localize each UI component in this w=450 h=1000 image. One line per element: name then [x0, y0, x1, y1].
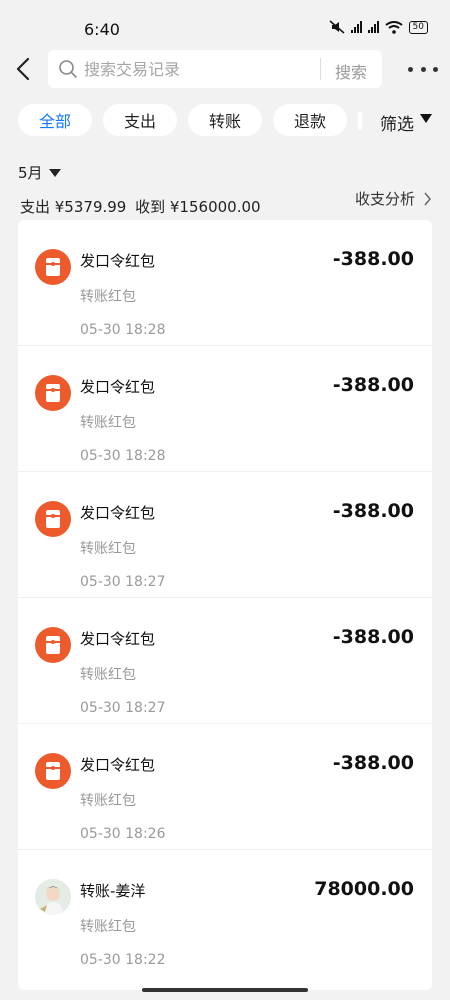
transaction-amount: -388.00 — [332, 500, 414, 522]
user-avatar-icon — [35, 879, 71, 915]
transaction-amount: -388.00 — [332, 752, 414, 774]
income-expense-analysis-link[interactable]: 收支分析 — [355, 188, 432, 209]
transaction-title: 发口令红包 — [80, 378, 156, 396]
mute-icon — [329, 20, 345, 34]
transaction-subtitle: 转账红包 — [80, 793, 136, 809]
tab-refund[interactable]: 退款 — [273, 104, 347, 136]
transaction-row[interactable]: 发口令红包 转账红包 05-30 18:26 -388.00 — [18, 724, 432, 850]
transaction-subtitle: 转账红包 — [80, 289, 136, 305]
transaction-row[interactable]: 发口令红包 转账红包 05-30 18:27 -388.00 — [18, 598, 432, 724]
transaction-title: 转账-姜洋 — [80, 882, 146, 900]
transaction-title: 发口令红包 — [80, 756, 156, 774]
tab-transfer[interactable]: 转账 — [188, 104, 262, 136]
red-packet-icon — [35, 501, 71, 537]
transaction-amount: -388.00 — [332, 626, 414, 648]
transaction-time: 05-30 18:27 — [80, 700, 166, 716]
filter-tabs: 全部 支出 转账 退款 筛选 — [0, 104, 450, 138]
month-summary: 支出 ¥5379.99 收到 ¥156000.00 — [20, 196, 265, 217]
income-total: 收到 ¥156000.00 — [135, 198, 261, 216]
red-packet-icon — [35, 753, 71, 789]
more-icon[interactable] — [408, 56, 438, 82]
transaction-subtitle: 转账红包 — [80, 667, 136, 683]
signal-icon — [367, 21, 379, 33]
caret-down-icon — [420, 114, 432, 123]
header: 搜索 — [0, 48, 450, 92]
transaction-title: 发口令红包 — [80, 252, 156, 270]
transaction-amount: 78000.00 — [314, 878, 414, 900]
analysis-label: 收支分析 — [354, 190, 415, 208]
month-label: 5月 — [18, 164, 43, 182]
transaction-subtitle: 转账红包 — [80, 541, 136, 557]
red-packet-icon — [35, 627, 71, 663]
tab-all[interactable]: 全部 — [18, 104, 92, 136]
transaction-row[interactable]: 转账-姜洋 转账红包 05-30 18:22 78000.00 — [18, 850, 432, 976]
month-selector[interactable]: 5月 — [18, 162, 61, 183]
transaction-time: 05-30 18:26 — [80, 826, 166, 842]
status-time: 6:40 — [84, 20, 120, 39]
transaction-subtitle: 转账红包 — [80, 415, 136, 431]
caret-down-icon — [48, 168, 61, 177]
transaction-time: 05-30 18:27 — [80, 574, 166, 590]
red-packet-icon — [35, 249, 71, 285]
status-bar: 6:40 50 — [0, 0, 450, 44]
transaction-time: 05-30 18:28 — [80, 448, 166, 464]
search-bar[interactable]: 搜索 — [48, 50, 382, 88]
transaction-row[interactable]: 发口令红包 转账红包 05-30 18:28 -388.00 — [18, 220, 432, 346]
transaction-subtitle: 转账红包 — [80, 919, 136, 935]
signal-icon — [350, 21, 362, 33]
transaction-row[interactable]: 发口令红包 转账红包 05-30 18:28 -388.00 — [18, 346, 432, 472]
expense-total: 支出 ¥5379.99 — [20, 198, 127, 216]
transaction-amount: -388.00 — [332, 374, 414, 396]
search-icon — [59, 60, 77, 78]
transaction-time: 05-30 18:28 — [80, 322, 166, 338]
red-packet-icon — [35, 375, 71, 411]
search-input[interactable] — [84, 59, 304, 79]
transaction-time: 05-30 18:22 — [80, 952, 166, 968]
transaction-row[interactable]: 发口令红包 转账红包 05-30 18:27 -388.00 — [18, 472, 432, 598]
filter-separator — [358, 112, 362, 130]
tab-expense[interactable]: 支出 — [103, 104, 177, 136]
transaction-amount: -388.00 — [332, 248, 414, 270]
back-icon[interactable] — [12, 55, 36, 83]
transaction-list: 发口令红包 转账红包 05-30 18:28 -388.00 发口令红包 转账红… — [18, 220, 432, 990]
home-indicator[interactable] — [142, 988, 308, 992]
transaction-title: 发口令红包 — [80, 630, 156, 648]
filter-button[interactable]: 筛选 — [358, 104, 450, 136]
filter-label: 筛选 — [380, 115, 414, 135]
wifi-icon — [384, 20, 403, 34]
search-button[interactable]: 搜索 — [335, 59, 367, 83]
chevron-right-icon — [424, 192, 431, 205]
battery-icon: 50 — [408, 20, 428, 34]
transaction-title: 发口令红包 — [80, 504, 156, 522]
search-divider — [320, 58, 321, 80]
status-icons: 50 — [329, 20, 428, 34]
